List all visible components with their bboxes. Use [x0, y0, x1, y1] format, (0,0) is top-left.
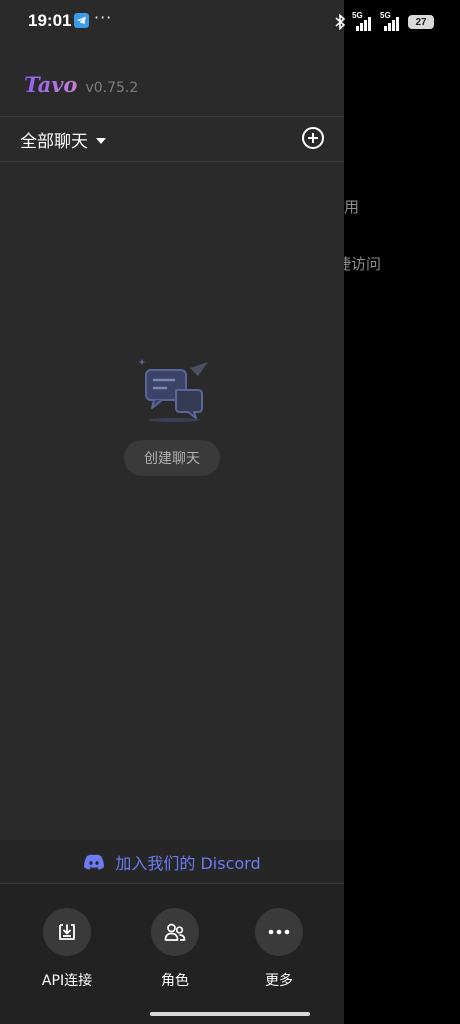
discord-link[interactable]: 加入我们的 Discord — [0, 840, 344, 884]
discord-label: 加入我们的 Discord — [115, 854, 261, 873]
more-horizontal-icon — [268, 929, 290, 935]
battery-icon: 27 — [408, 15, 434, 29]
chat-header: 全部聊天 — [0, 117, 344, 161]
caret-down-icon — [96, 137, 106, 144]
nav-api-circle — [43, 908, 91, 956]
background-text: 用 — [344, 198, 360, 216]
bluetooth-icon — [335, 14, 346, 30]
nav-characters[interactable]: 角色 — [130, 908, 220, 990]
notification-more-icon: ··· — [94, 8, 113, 27]
nav-api-label: API连接 — [41, 973, 93, 989]
home-indicator[interactable] — [150, 1012, 310, 1016]
people-icon — [164, 923, 186, 941]
status-icons: 5G 5G 27 — [334, 11, 434, 32]
signal-icon: 5G — [352, 11, 374, 31]
nav-more-label: 更多 — [265, 973, 293, 989]
signal-icon: 5G — [380, 11, 402, 31]
app-version: v0.75.2 — [85, 80, 139, 96]
bottom-nav: API连接 角色 更多 — [0, 884, 344, 1024]
telegram-icon — [74, 13, 89, 28]
chat-filter-label: 全部聊天 — [20, 132, 88, 152]
divider — [0, 161, 344, 162]
empty-chat-illustration-icon — [138, 359, 208, 422]
app-logo: Tavo — [24, 72, 78, 97]
nav-characters-circle — [151, 908, 199, 956]
nav-more-circle — [255, 908, 303, 956]
side-drawer: Tavo v0.75.2 全部聊天 创建聊天 加入我们的 Discord API… — [0, 0, 344, 1024]
nav-more[interactable]: 更多 — [234, 908, 324, 990]
discord-icon — [84, 854, 105, 870]
status-bar: 19:01 ··· 5G 5G 27 — [0, 0, 460, 44]
chat-filter-dropdown[interactable]: 全部聊天 — [20, 127, 106, 152]
import-icon — [59, 924, 75, 940]
nav-api-connection[interactable]: API连接 — [22, 908, 112, 990]
create-chat-button[interactable]: 创建聊天 — [124, 440, 220, 476]
status-time: 19:01 — [28, 11, 72, 30]
nav-characters-label: 角色 — [161, 973, 189, 989]
add-chat-icon[interactable] — [301, 126, 325, 150]
brand: Tavo v0.75.2 — [24, 72, 138, 97]
